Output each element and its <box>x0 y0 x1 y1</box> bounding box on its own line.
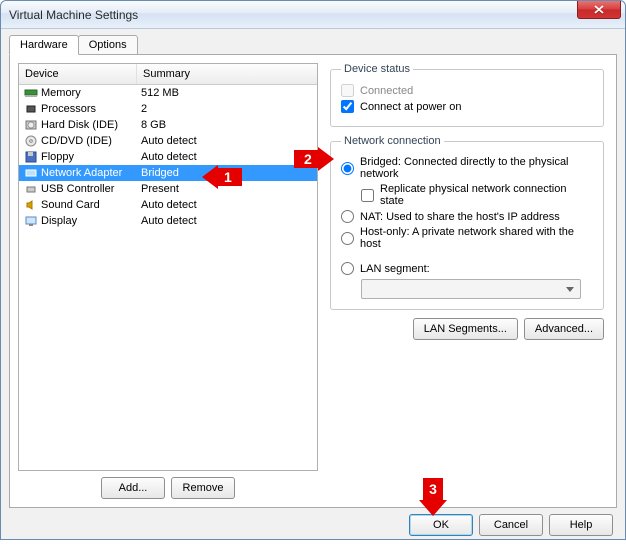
cell-device: Memory <box>41 87 141 99</box>
connect-poweron-label: Connect at power on <box>360 101 462 113</box>
display-icon <box>23 214 39 228</box>
network-legend: Network connection <box>341 135 444 147</box>
replicate-row[interactable]: Replicate physical network connection st… <box>361 183 593 207</box>
cell-device: Processors <box>41 103 141 115</box>
replicate-checkbox[interactable] <box>361 189 374 202</box>
cell-device: CD/DVD (IDE) <box>41 135 141 147</box>
table-header: Device Summary <box>19 64 317 85</box>
cd-icon <box>23 134 39 148</box>
cell-summary: 8 GB <box>141 119 313 131</box>
device-list-pane: Device Summary Memory 512 MB Processors … <box>18 63 318 499</box>
row-usb[interactable]: USB Controller Present <box>19 181 317 197</box>
row-display[interactable]: Display Auto detect <box>19 213 317 229</box>
network-buttons: LAN Segments... Advanced... <box>330 318 604 340</box>
row-harddisk[interactable]: Hard Disk (IDE) 8 GB <box>19 117 317 133</box>
nat-label: NAT: Used to share the host's IP address <box>360 211 560 223</box>
row-memory[interactable]: Memory 512 MB <box>19 85 317 101</box>
tab-panel: Device Summary Memory 512 MB Processors … <box>9 54 617 508</box>
replicate-label: Replicate physical network connection st… <box>380 183 593 207</box>
header-summary[interactable]: Summary <box>137 64 317 84</box>
tab-hardware[interactable]: Hardware <box>9 35 79 55</box>
cell-device: Hard Disk (IDE) <box>41 119 141 131</box>
sound-icon <box>23 198 39 212</box>
cell-summary: Present <box>141 183 313 195</box>
titlebar: Virtual Machine Settings <box>1 1 625 29</box>
cell-device: USB Controller <box>41 183 141 195</box>
ok-button[interactable]: OK <box>409 514 473 536</box>
advanced-button[interactable]: Advanced... <box>524 318 604 340</box>
device-table: Device Summary Memory 512 MB Processors … <box>18 63 318 471</box>
details-pane: Device status Connected Connect at power… <box>318 63 608 499</box>
add-button[interactable]: Add... <box>101 477 165 499</box>
bridged-radio[interactable] <box>341 162 354 175</box>
connected-label: Connected <box>360 85 413 97</box>
nat-radio-row[interactable]: NAT: Used to share the host's IP address <box>341 210 593 223</box>
cell-summary: Auto detect <box>141 151 313 163</box>
lansegment-combo[interactable] <box>361 279 581 299</box>
close-button[interactable] <box>577 1 621 19</box>
lansegment-radio-row[interactable]: LAN segment: <box>341 262 593 275</box>
tabstrip: Hardware Options <box>9 35 617 55</box>
tab-options[interactable]: Options <box>78 35 138 55</box>
settings-window: Virtual Machine Settings Hardware Option… <box>0 0 626 540</box>
nat-radio[interactable] <box>341 210 354 223</box>
dialog-buttons: OK Cancel Help <box>9 508 617 538</box>
lan-segments-button[interactable]: LAN Segments... <box>413 318 518 340</box>
close-icon <box>594 5 604 14</box>
bridged-label: Bridged: Connected directly to the physi… <box>360 156 593 180</box>
connected-checkbox <box>341 84 354 97</box>
client-area: Hardware Options Device Summary Memory 5… <box>1 29 625 539</box>
row-floppy[interactable]: Floppy Auto detect <box>19 149 317 165</box>
hostonly-radio[interactable] <box>341 232 354 245</box>
cell-summary: Auto detect <box>141 215 313 227</box>
row-network-adapter[interactable]: Network Adapter Bridged <box>19 165 317 181</box>
cancel-button[interactable]: Cancel <box>479 514 543 536</box>
help-button[interactable]: Help <box>549 514 613 536</box>
remove-button[interactable]: Remove <box>171 477 235 499</box>
cell-summary: 2 <box>141 103 313 115</box>
cell-device: Floppy <box>41 151 141 163</box>
cell-summary: Auto detect <box>141 199 313 211</box>
cell-device: Sound Card <box>41 199 141 211</box>
connect-poweron-row[interactable]: Connect at power on <box>341 100 593 113</box>
cell-summary: Auto detect <box>141 135 313 147</box>
lansegment-label: LAN segment: <box>360 263 430 275</box>
cell-device: Display <box>41 215 141 227</box>
cell-summary: 512 MB <box>141 87 313 99</box>
hdd-icon <box>23 118 39 132</box>
row-processors[interactable]: Processors 2 <box>19 101 317 117</box>
hostonly-label: Host-only: A private network shared with… <box>360 226 593 250</box>
cell-summary: Bridged <box>141 167 313 179</box>
device-status-legend: Device status <box>341 63 413 75</box>
window-title: Virtual Machine Settings <box>9 8 138 22</box>
device-buttons: Add... Remove <box>18 477 318 499</box>
connected-checkbox-row[interactable]: Connected <box>341 84 593 97</box>
floppy-icon <box>23 150 39 164</box>
header-device[interactable]: Device <box>19 64 137 84</box>
cpu-icon <box>23 102 39 116</box>
net-icon <box>23 166 39 180</box>
lansegment-radio[interactable] <box>341 262 354 275</box>
connect-poweron-checkbox[interactable] <box>341 100 354 113</box>
usb-icon <box>23 182 39 196</box>
table-body: Memory 512 MB Processors 2 Hard Disk (ID… <box>19 85 317 470</box>
network-connection-group: Network connection Bridged: Connected di… <box>330 135 604 310</box>
cell-device: Network Adapter <box>41 167 141 179</box>
hostonly-radio-row[interactable]: Host-only: A private network shared with… <box>341 226 593 250</box>
bridged-radio-row[interactable]: Bridged: Connected directly to the physi… <box>341 156 593 180</box>
row-cddvd[interactable]: CD/DVD (IDE) Auto detect <box>19 133 317 149</box>
row-sound[interactable]: Sound Card Auto detect <box>19 197 317 213</box>
device-status-group: Device status Connected Connect at power… <box>330 63 604 127</box>
memory-icon <box>23 86 39 100</box>
